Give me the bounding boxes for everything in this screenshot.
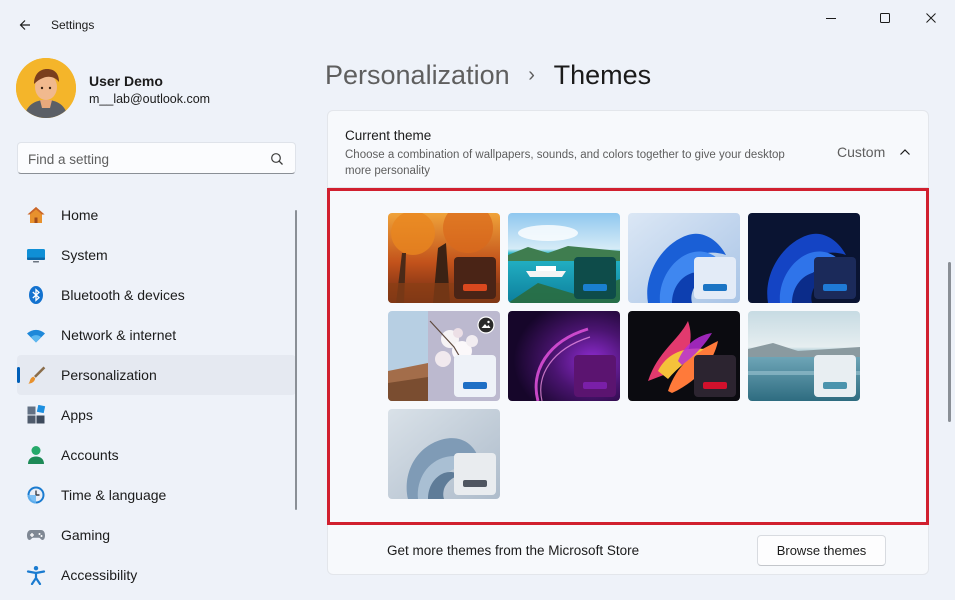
user-email: m__lab@outlook.com <box>89 92 211 106</box>
sidebar-item-home[interactable]: Home <box>17 195 296 235</box>
breadcrumb: Personalization › Themes <box>325 60 651 91</box>
minimize-icon <box>826 18 836 19</box>
theme-tile-autumn-forest[interactable] <box>388 213 500 303</box>
search-box <box>17 142 296 174</box>
browse-themes-button[interactable]: Browse themes <box>757 535 886 566</box>
sidebar-item-accounts[interactable]: Accounts <box>17 435 296 475</box>
accent-bar <box>823 382 847 389</box>
breadcrumb-parent[interactable]: Personalization <box>325 60 510 90</box>
bluetooth-icon <box>29 286 43 304</box>
maximize-button[interactable] <box>862 4 908 32</box>
avatar <box>16 58 76 118</box>
sidebar-item-label: Accounts <box>61 447 119 463</box>
accent-bar <box>823 284 847 291</box>
theme-swatch <box>694 355 736 397</box>
maximize-icon <box>880 13 890 23</box>
breadcrumb-separator: › <box>528 64 535 86</box>
theme-swatch <box>814 257 856 299</box>
arrow-left-icon <box>19 20 30 30</box>
back-button[interactable] <box>12 12 38 38</box>
theme-tile-flow[interactable] <box>388 409 500 499</box>
accent-bar <box>583 382 607 389</box>
accent-bar <box>463 480 487 487</box>
accent-bar <box>463 382 487 389</box>
sidebar-item-personalization[interactable]: Personalization <box>17 355 296 395</box>
theme-swatch <box>454 453 496 495</box>
accent-bar <box>583 284 607 291</box>
accent-bar <box>703 284 727 291</box>
accent-bar <box>463 284 487 291</box>
sidebar-item-label: Network & internet <box>61 327 177 343</box>
current-theme-card[interactable]: Current theme Choose a combination of wa… <box>327 110 929 188</box>
app-title: Settings <box>51 18 95 32</box>
sidebar-item-label: Bluetooth & devices <box>61 287 185 303</box>
sidebar-item-gaming[interactable]: Gaming <box>17 515 296 555</box>
sidebar-item-label: Gaming <box>61 527 111 543</box>
sidebar-item-label: Accessibility <box>61 567 138 583</box>
theme-swatch <box>454 355 496 397</box>
theme-tile-flowers-slideshow[interactable] <box>388 311 500 401</box>
selection-indicator <box>17 367 20 383</box>
sidebar-item-label: Home <box>61 207 99 223</box>
sidebar-item-label: System <box>61 247 108 263</box>
user-avatar-icon <box>16 58 76 118</box>
title-bar: Settings <box>0 0 955 48</box>
accessibility-icon <box>26 566 46 585</box>
sidebar-item-label: Personalization <box>61 367 157 383</box>
accounts-icon <box>28 446 44 464</box>
search-icon[interactable] <box>270 152 284 166</box>
sidebar-item-accessibility[interactable]: Accessibility <box>17 555 296 595</box>
sidebar-scrollbar[interactable] <box>295 210 297 510</box>
sidebar-item-apps[interactable]: Apps <box>17 395 296 435</box>
sidebar-item-label: Time & language <box>61 487 167 503</box>
home-icon <box>27 207 45 223</box>
close-icon <box>926 13 936 23</box>
minimize-button[interactable] <box>808 4 854 32</box>
user-profile[interactable]: User Demo m__lab@outlook.com <box>16 58 286 120</box>
theme-tile-sunrise-lake[interactable] <box>748 311 860 401</box>
sidebar-item-network[interactable]: Network & internet <box>17 315 296 355</box>
chevron-up-icon[interactable] <box>898 145 912 159</box>
store-text: Get more themes from the Microsoft Store <box>387 543 640 558</box>
network-icon <box>27 329 45 343</box>
slideshow-icon <box>477 316 495 334</box>
accent-bar <box>703 382 727 389</box>
theme-gallery <box>327 188 929 525</box>
search-input[interactable] <box>28 149 258 169</box>
theme-tile-windows-dark[interactable] <box>748 213 860 303</box>
theme-swatch <box>574 257 616 299</box>
time-language-icon <box>27 486 45 504</box>
theme-tile-tropical-boat[interactable] <box>508 213 620 303</box>
theme-tile-windows-light[interactable] <box>628 213 740 303</box>
sidebar-item-bluetooth[interactable]: Bluetooth & devices <box>17 275 296 315</box>
sidebar-nav: Home System Bluetooth & devices Network … <box>17 195 296 595</box>
store-row: Get more themes from the Microsoft Store… <box>327 525 929 575</box>
sidebar-item-label: Apps <box>61 407 93 423</box>
current-theme-value: Custom <box>837 144 886 160</box>
user-name: User Demo <box>89 73 163 89</box>
theme-swatch <box>574 355 616 397</box>
theme-tile-captured-motion[interactable] <box>628 311 740 401</box>
theme-swatch <box>454 257 496 299</box>
sidebar-item-system[interactable]: System <box>17 235 296 275</box>
theme-tile-glow[interactable] <box>508 311 620 401</box>
theme-swatch <box>694 257 736 299</box>
close-button[interactable] <box>908 4 954 32</box>
current-theme-title: Current theme <box>345 128 432 143</box>
gaming-icon <box>27 530 45 540</box>
sidebar-item-time-language[interactable]: Time & language <box>17 475 296 515</box>
personalization-icon <box>28 366 46 384</box>
page-title: Themes <box>553 60 652 90</box>
theme-swatch <box>814 355 856 397</box>
current-theme-description: Choose a combination of wallpapers, soun… <box>345 149 785 177</box>
theme-grid <box>388 213 864 499</box>
system-icon <box>27 249 45 263</box>
main-scrollbar[interactable] <box>948 262 951 422</box>
apps-icon <box>27 405 46 424</box>
